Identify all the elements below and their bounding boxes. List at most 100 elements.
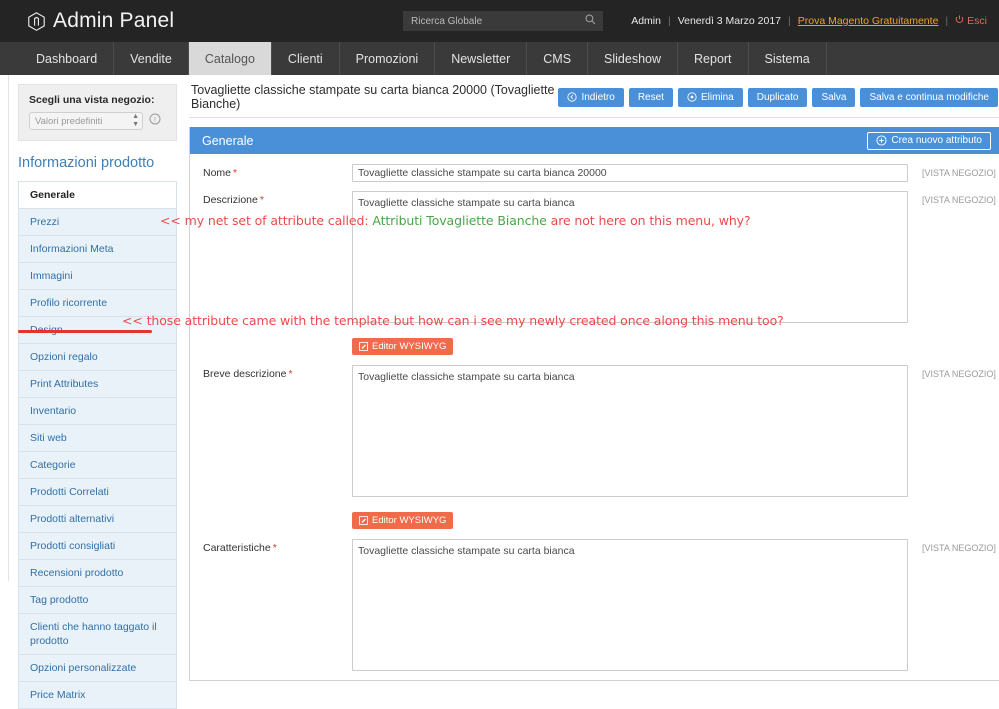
delete-button[interactable]: Elimina (678, 88, 743, 107)
main-navigation: Dashboard Vendite Catalogo Clienti Promo… (0, 42, 999, 75)
content-header: Tovagliette classiche stampate su carta … (189, 83, 999, 111)
field-label-breve-descrizione: Breve descrizione* (203, 365, 352, 380)
page-title: Tovagliette classiche stampate su carta … (191, 83, 558, 111)
nav-item-dashboard[interactable]: Dashboard (20, 42, 114, 75)
field-row-breve-descrizione: Breve descrizione* Tovagliette classiche… (190, 365, 999, 497)
sidebar-item-prodotti-correlati[interactable]: Prodotti Correlati (19, 479, 176, 506)
back-button-label: Indietro (581, 92, 614, 103)
magento-logo-icon (28, 12, 45, 31)
edit-pencil-icon (359, 342, 368, 351)
current-date: Venerdì 3 Marzo 2017 (678, 15, 781, 27)
sidebar-item-categorie[interactable]: Categorie (19, 452, 176, 479)
nav-item-report[interactable]: Report (678, 42, 749, 75)
store-view-row: Valori predefiniti ▲▼ ! (29, 112, 166, 130)
create-new-attribute-label: Crea nuovo attributo (891, 135, 982, 146)
logout-button[interactable]: Esci (955, 15, 987, 27)
general-panel-header: Generale Crea nuovo attributo (190, 127, 999, 154)
descrizione-textarea[interactable]: Tovagliette classiche stampate su carta … (352, 191, 908, 323)
plus-circle-icon (876, 135, 887, 146)
annotation-one-suffix: are not here on this menu, why? (547, 213, 751, 228)
nome-input[interactable]: Tovagliette classiche stampate su carta … (352, 164, 908, 182)
nav-spacer (0, 42, 20, 75)
resize-grip-icon[interactable] (897, 660, 906, 669)
nav-item-newsletter[interactable]: Newsletter (435, 42, 527, 75)
sidebar-item-informazioni-meta[interactable]: Informazioni Meta (19, 236, 176, 263)
field-label-caratteristiche: Caratteristiche* (203, 539, 352, 554)
general-panel: Generale Crea nuovo attributo (189, 127, 999, 681)
sidebar-item-opzioni-personalizzate[interactable]: Opzioni personalizzate (19, 655, 176, 682)
sidebar-item-recensioni-prodotto[interactable]: Recensioni prodotto (19, 560, 176, 587)
annotation-template-attributes: << those attribute came with the templat… (122, 313, 784, 328)
required-marker-descrizione: * (260, 194, 264, 206)
sidebar-item-inventario[interactable]: Inventario (19, 398, 176, 425)
general-panel-title: Generale (202, 134, 253, 148)
sidebar-item-immagini[interactable]: Immagini (19, 263, 176, 290)
required-marker-breve-descrizione: * (288, 368, 292, 380)
brand: Admin Panel (28, 9, 174, 33)
sidebar-item-clienti-taggato[interactable]: Clienti che hanno taggato il prodotto (19, 614, 176, 655)
save-button[interactable]: Salva (812, 88, 855, 107)
store-view-select[interactable]: Valori predefiniti ▲▼ (29, 112, 143, 130)
nav-item-catalogo[interactable]: Catalogo (189, 42, 272, 75)
breve-descrizione-textarea[interactable]: Tovagliette classiche stampate su carta … (352, 365, 908, 497)
product-sidebar: Scegli una vista negozio: Valori predefi… (18, 84, 177, 709)
question-circle-icon[interactable]: ! (149, 112, 161, 130)
chevron-updown-icon: ▲▼ (132, 113, 139, 129)
separator-1: | (668, 15, 671, 27)
duplicate-button[interactable]: Duplicato (748, 88, 808, 107)
sidebar-item-print-attributes[interactable]: Print Attributes (19, 371, 176, 398)
nav-item-vendite[interactable]: Vendite (114, 42, 189, 75)
reset-button[interactable]: Reset (629, 88, 673, 107)
red-underline-annotation (18, 330, 152, 333)
caratteristiche-textarea[interactable]: Tovagliette classiche stampate su carta … (352, 539, 908, 671)
save-button-label: Salva (821, 92, 846, 103)
nav-item-sistema[interactable]: Sistema (749, 42, 827, 75)
sidebar-item-prodotti-alternativi[interactable]: Prodotti alternativi (19, 506, 176, 533)
wysiwyg-button-breve-descrizione[interactable]: Editor WYSIWYG (352, 512, 453, 529)
sidebar-item-tag-prodotto[interactable]: Tag prodotto (19, 587, 176, 614)
field-control-nome: Tovagliette classiche stampate su carta … (352, 164, 908, 182)
delete-button-label: Elimina (701, 92, 734, 103)
nav-item-promozioni[interactable]: Promozioni (340, 42, 436, 75)
store-view-label: Scegli una vista negozio: (29, 94, 166, 106)
reset-button-label: Reset (638, 92, 664, 103)
power-icon (955, 15, 964, 27)
sidebar-item-prezzi[interactable]: Prezzi (19, 209, 176, 236)
annotation-one-highlight: Attributi Tovagliette Bianche (372, 213, 546, 228)
save-and-continue-button[interactable]: Salva e continua modifiche (860, 88, 998, 107)
field-label-breve-descrizione-text: Breve descrizione (203, 368, 286, 380)
try-magento-link[interactable]: Prova Magento Gratuitamente (798, 15, 939, 27)
field-label-descrizione-text: Descrizione (203, 194, 258, 206)
field-control-caratteristiche: Tovagliette classiche stampate su carta … (352, 539, 908, 671)
brand-title: Admin Panel (53, 9, 174, 33)
action-button-row: Indietro Reset Elimina Duplicato (558, 88, 998, 107)
delete-circle-icon (687, 92, 697, 102)
store-view-selector-box: Scegli una vista negozio: Valori predefi… (18, 84, 177, 141)
search-icon[interactable] (585, 12, 596, 30)
nav-item-cms[interactable]: CMS (527, 42, 588, 75)
field-label-nome-text: Nome (203, 167, 231, 179)
field-label-caratteristiche-text: Caratteristiche (203, 542, 271, 554)
field-row-descrizione: Descrizione* Tovagliette classiche stamp… (190, 191, 999, 323)
top-bar: Admin Panel Ricerca Globale Admin | Vene… (0, 0, 999, 42)
sidebar-item-prodotti-consigliati[interactable]: Prodotti consigliati (19, 533, 176, 560)
field-row-caratteristiche: Caratteristiche* Tovagliette classiche s… (190, 539, 999, 671)
nav-item-slideshow[interactable]: Slideshow (588, 42, 678, 75)
sidebar-list: Generale Prezzi Informazioni Meta Immagi… (18, 181, 177, 709)
resize-grip-icon[interactable] (897, 312, 906, 321)
resize-grip-icon[interactable] (897, 486, 906, 495)
sidebar-item-opzioni-regalo[interactable]: Opzioni regalo (19, 344, 176, 371)
nav-item-clienti[interactable]: Clienti (272, 42, 340, 75)
sidebar-item-generale[interactable]: Generale (19, 182, 176, 209)
user-name: Admin (631, 15, 661, 27)
back-button[interactable]: Indietro (558, 88, 623, 107)
wysiwyg-button-descrizione[interactable]: Editor WYSIWYG (352, 338, 453, 355)
sidebar-item-siti-web[interactable]: Siti web (19, 425, 176, 452)
create-new-attribute-button[interactable]: Crea nuovo attributo (867, 132, 991, 150)
field-control-descrizione: Tovagliette classiche stampate su carta … (352, 191, 908, 323)
global-search[interactable]: Ricerca Globale (403, 11, 603, 31)
general-panel-body: Nome * Tovagliette classiche stampate su … (190, 154, 999, 671)
edit-pencil-icon (359, 516, 368, 525)
scope-label-nome: [VISTA NEGOZIO] (908, 164, 999, 178)
sidebar-item-price-matrix[interactable]: Price Matrix (19, 682, 176, 709)
